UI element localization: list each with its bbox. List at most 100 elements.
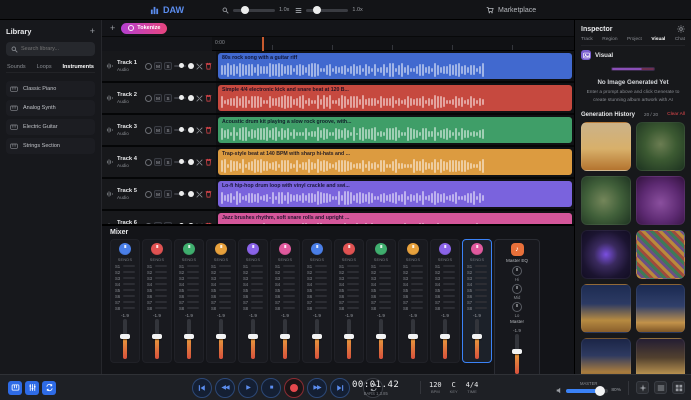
channel-fader[interactable] bbox=[155, 319, 159, 359]
record-arm-button[interactable] bbox=[145, 95, 152, 102]
bpm-stat[interactable]: 120 BPM bbox=[429, 381, 442, 394]
track-header[interactable]: Track 6AudioMS bbox=[102, 211, 216, 224]
track-volume-slider[interactable] bbox=[174, 97, 186, 99]
delete-track-button[interactable] bbox=[205, 222, 212, 224]
channel-fader[interactable] bbox=[347, 319, 351, 359]
delete-track-button[interactable] bbox=[205, 126, 212, 134]
tokenize-button[interactable]: Tokenize bbox=[121, 23, 167, 34]
loop-browser-button[interactable] bbox=[42, 381, 56, 395]
playhead[interactable] bbox=[262, 37, 264, 51]
audio-clip[interactable]: 80s rock song with a guitar riff bbox=[218, 53, 572, 79]
track-pan-knob[interactable] bbox=[188, 191, 194, 197]
mixer-channel-strip[interactable]: SENDSS1S2S3S4S5S6S7S8-1.9 bbox=[238, 239, 268, 363]
send-slot[interactable]: S8 bbox=[145, 305, 169, 311]
thumb-birds-sunset[interactable] bbox=[581, 122, 631, 171]
solo-button[interactable]: S bbox=[164, 62, 172, 70]
thumb-purple-waveform[interactable] bbox=[636, 176, 686, 225]
thumb-gorilla-jungle-2[interactable] bbox=[581, 176, 631, 225]
library-add-button[interactable]: + bbox=[90, 26, 95, 36]
send-slot[interactable]: S8 bbox=[305, 305, 329, 311]
track-header[interactable]: Track 5AudioMS bbox=[102, 179, 216, 209]
audio-clip[interactable]: Lo-fi hip-hop drum loop with vinyl crack… bbox=[218, 181, 572, 207]
channel-pan-knob[interactable] bbox=[407, 243, 419, 255]
send-slot[interactable]: S8 bbox=[337, 305, 361, 311]
thumb-colosseum-night[interactable] bbox=[581, 338, 631, 374]
mixer-channel-strip[interactable]: SENDSS1S2S3S4S5S6S7S8-1.9 bbox=[142, 239, 172, 363]
speaker-icon[interactable] bbox=[556, 387, 563, 394]
record-arm-button[interactable] bbox=[145, 63, 152, 70]
marketplace-button[interactable]: Marketplace bbox=[486, 0, 536, 20]
channel-pan-knob[interactable] bbox=[247, 243, 259, 255]
add-track-button[interactable]: + bbox=[110, 23, 115, 33]
eq-mid-knob[interactable] bbox=[512, 284, 522, 294]
mixer-channel-strip[interactable]: SENDSS1S2S3S4S5S6S7S8-1.9 bbox=[174, 239, 204, 363]
channel-fader[interactable] bbox=[443, 319, 447, 359]
mixer-channel-strip[interactable]: SENDSS1S2S3S4S5S6S7S8-1.9 bbox=[110, 239, 140, 363]
thumb-gorilla-jungle[interactable] bbox=[636, 122, 686, 171]
v-zoom-slider[interactable] bbox=[306, 9, 348, 12]
track-lane[interactable]: Lo-fi hip-hop drum loop with vinyl crack… bbox=[216, 179, 574, 209]
eq-hi-knob[interactable] bbox=[512, 266, 522, 276]
record-arm-button[interactable] bbox=[145, 223, 152, 225]
channel-pan-knob[interactable] bbox=[183, 243, 195, 255]
split-clip-icon[interactable] bbox=[196, 223, 203, 225]
send-slot[interactable]: S8 bbox=[369, 305, 393, 311]
mute-button[interactable]: M bbox=[154, 62, 162, 70]
fast-forward-button[interactable]: ▶▶ bbox=[307, 378, 327, 398]
solo-button[interactable]: S bbox=[164, 94, 172, 102]
library-item[interactable]: Electric Guitar bbox=[6, 119, 95, 135]
audio-clip[interactable]: Trap-style beat at 140 BPM with sharp hi… bbox=[218, 149, 572, 175]
grid-view-button[interactable] bbox=[672, 381, 685, 394]
mixer-channel-strip[interactable]: SENDSS1S2S3S4S5S6S7S8-1.9 bbox=[398, 239, 428, 363]
audio-clip[interactable]: Jazz brushes rhythm, soft snare rolls an… bbox=[218, 213, 572, 224]
audio-clip[interactable]: Simple 4/4 electronic kick and snare bea… bbox=[218, 85, 572, 111]
master-volume-slider[interactable] bbox=[566, 389, 608, 393]
eq-lo-knob[interactable] bbox=[512, 302, 522, 312]
record-button[interactable] bbox=[284, 378, 304, 398]
channel-pan-knob[interactable] bbox=[215, 243, 227, 255]
library-tab-sounds[interactable]: Sounds bbox=[7, 64, 26, 70]
track-volume-slider[interactable] bbox=[174, 65, 186, 67]
master-strip[interactable]: ♪Master EQHiMidLoMaster-1.9 bbox=[494, 239, 540, 374]
delete-track-button[interactable] bbox=[205, 94, 212, 102]
skip-to-end-button[interactable] bbox=[330, 378, 350, 398]
channel-fader[interactable] bbox=[123, 319, 127, 359]
track-pan-knob[interactable] bbox=[188, 223, 194, 224]
send-slot[interactable]: S8 bbox=[273, 305, 297, 311]
track-pan-knob[interactable] bbox=[188, 63, 194, 69]
solo-button[interactable]: S bbox=[164, 222, 172, 224]
track-volume-slider[interactable] bbox=[174, 193, 186, 195]
timeline-ruler[interactable]: 0:00 bbox=[212, 37, 574, 51]
library-item[interactable]: Classic Piano bbox=[6, 81, 95, 97]
h-zoom-slider[interactable] bbox=[233, 9, 275, 12]
time-sig-stat[interactable]: 4/4 TIME bbox=[466, 381, 479, 394]
channel-pan-knob[interactable] bbox=[119, 243, 131, 255]
inspector-tab-visual[interactable]: Visual bbox=[651, 37, 665, 42]
visualizer-button[interactable] bbox=[636, 381, 649, 394]
split-clip-icon[interactable] bbox=[196, 95, 203, 102]
track-lane[interactable]: Acoustic drum kit playing a slow rock gr… bbox=[216, 115, 574, 145]
track-header[interactable]: Track 3AudioMS bbox=[102, 115, 216, 145]
record-arm-button[interactable] bbox=[145, 159, 152, 166]
track-lane[interactable]: Simple 4/4 electronic kick and snare bea… bbox=[216, 83, 574, 113]
channel-fader[interactable] bbox=[411, 319, 415, 359]
gear-icon[interactable] bbox=[677, 25, 685, 33]
channel-fader[interactable] bbox=[251, 319, 255, 359]
library-search-input[interactable] bbox=[21, 46, 90, 52]
list-view-button[interactable] bbox=[654, 381, 667, 394]
mute-button[interactable]: M bbox=[154, 94, 162, 102]
solo-button[interactable]: S bbox=[164, 190, 172, 198]
channel-fader[interactable] bbox=[315, 319, 319, 359]
channel-pan-knob[interactable] bbox=[151, 243, 163, 255]
mixer-channel-strip[interactable]: SENDSS1S2S3S4S5S6S7S8-1.9 bbox=[430, 239, 460, 363]
solo-button[interactable]: S bbox=[164, 126, 172, 134]
split-clip-icon[interactable] bbox=[196, 127, 203, 134]
track-lane[interactable]: Jazz brushes rhythm, soft snare rolls an… bbox=[216, 211, 574, 224]
thumb-neon-spiral[interactable] bbox=[581, 230, 631, 279]
keyboard-panel-button[interactable] bbox=[8, 381, 22, 395]
mute-button[interactable]: M bbox=[154, 190, 162, 198]
mixer-channel-strip[interactable]: SENDSS1S2S3S4S5S6S7S8-1.9 bbox=[366, 239, 396, 363]
library-item[interactable]: Strings Section bbox=[6, 138, 95, 154]
key-stat[interactable]: C KEY bbox=[450, 381, 458, 394]
split-clip-icon[interactable] bbox=[196, 159, 203, 166]
